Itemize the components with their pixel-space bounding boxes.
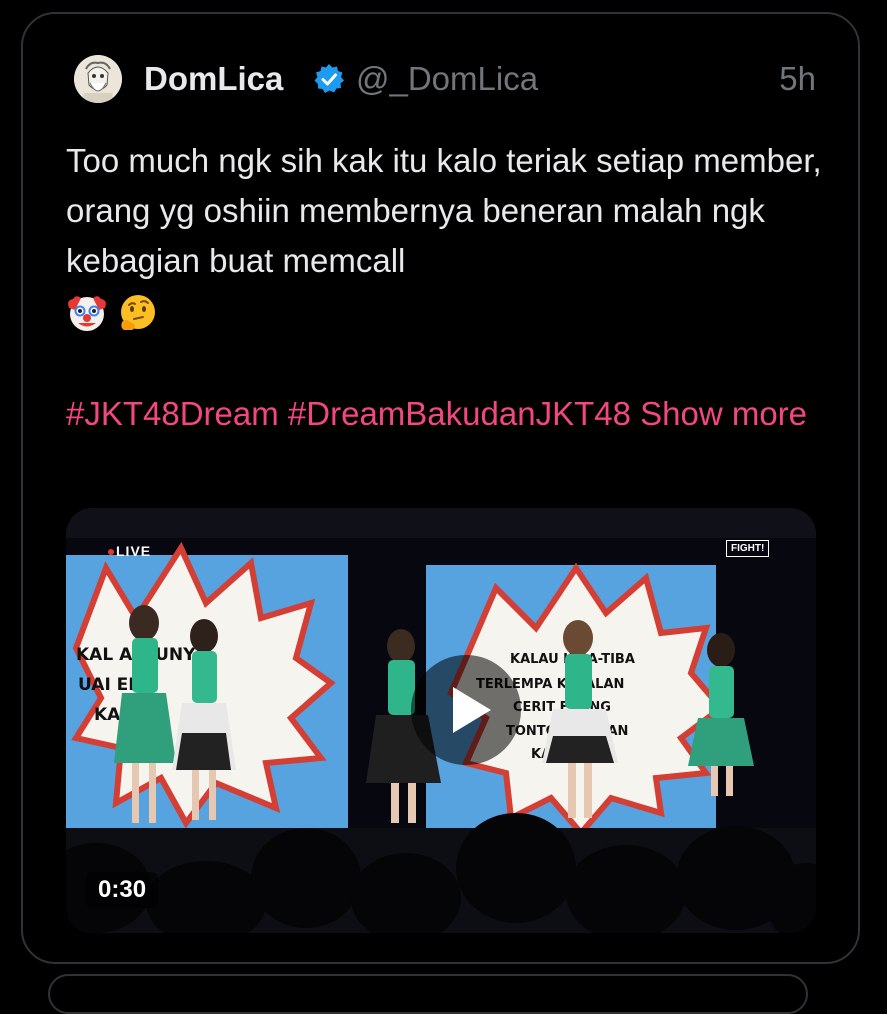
tweet-header: DomLica @_DomLica 5h — [56, 55, 818, 103]
tweet-hashtags: #JKT48Dream #DreamBakudanJKT48 Show more — [66, 389, 826, 439]
hashtag-link[interactable]: #JKT48Dream — [66, 395, 279, 432]
live-badge: LIVE — [116, 543, 152, 559]
show-more-link[interactable]: Show more — [640, 395, 807, 432]
play-icon — [453, 687, 491, 733]
author-name[interactable]: DomLica — [144, 60, 283, 98]
avatar[interactable] — [74, 55, 122, 103]
thinking-face-icon — [116, 292, 158, 334]
hashtag-link[interactable]: #DreamBakudanJKT48 — [288, 395, 631, 432]
tweet-text: Too much ngk sih kak itu kalo teriak set… — [66, 142, 822, 279]
play-button[interactable] — [411, 655, 521, 765]
verified-badge-icon — [313, 63, 345, 95]
next-tweet-card[interactable] — [48, 974, 808, 1014]
video-player[interactable]: KAL AM UNYA UAI ED, KA KAI KALAU K BA-TI… — [66, 508, 816, 933]
video-duration: 0:30 — [86, 872, 159, 908]
tweet-timestamp[interactable]: 5h — [779, 60, 816, 98]
tweet-emojis — [66, 292, 162, 336]
author-handle[interactable]: @_DomLica — [356, 60, 538, 98]
clown-face-icon — [66, 292, 108, 334]
fight-logo: FIGHT! — [726, 540, 770, 557]
